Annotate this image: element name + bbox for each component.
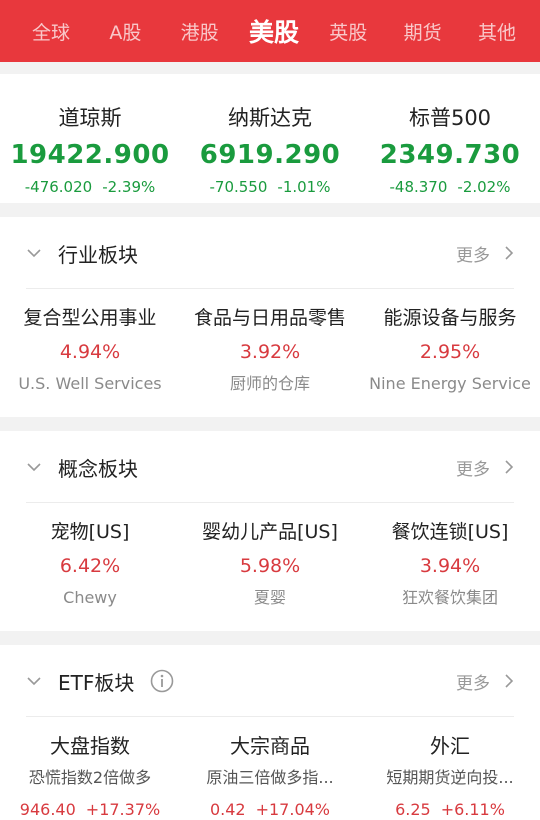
concept-name: 宠物[US] — [50, 521, 130, 543]
chevron-right-icon — [505, 460, 514, 474]
chevron-right-icon — [505, 674, 514, 688]
sector-card[interactable]: 复合型公用事业 4.94% U.S. Well Services — [0, 303, 180, 417]
etf-category: 大宗商品 — [230, 734, 310, 758]
chevron-right-icon — [505, 246, 514, 260]
tab-global[interactable]: 全球 — [18, 18, 84, 45]
etf-grid: 大盘指数 恐慌指数2倍做多 946.40 +17.37% 大宗商品 原油三倍做多指… — [0, 717, 540, 820]
sector-name: 能源设备与服务 — [383, 307, 517, 329]
concept-top-stock: Chewy — [63, 588, 117, 607]
section-title: 概念板块 — [58, 456, 138, 481]
index-nasdaq[interactable]: 纳斯达克 6919.290 -70.550 -1.01% — [180, 104, 360, 203]
more-label: 更多 — [456, 673, 490, 694]
index-change-value: -476.020 — [24, 178, 93, 196]
index-dow-jones[interactable]: 道琼斯 19422.900 -476.020 -2.39% — [0, 104, 180, 203]
etf-quote: 946.40 +17.37% — [0, 797, 180, 820]
etf-category: 大盘指数 — [50, 734, 130, 758]
concept-top-stock: 夏婴 — [253, 588, 286, 607]
index-change: -476.020 -2.39% — [0, 178, 180, 196]
etf-card[interactable]: 大宗商品 原油三倍做多指... 0.42 +17.04% — [180, 731, 360, 820]
section-title: ETF板块 — [58, 670, 135, 695]
index-price: 19422.900 — [10, 140, 170, 170]
index-summary: 道琼斯 19422.900 -476.020 -2.39% 纳斯达克 6919.2… — [0, 74, 540, 203]
sector-top-stock: U.S. Well Services — [18, 374, 162, 393]
more-link[interactable]: 更多 — [456, 669, 514, 694]
index-name: 道琼斯 — [58, 106, 122, 130]
concept-name: 餐饮连锁[US] — [391, 521, 509, 543]
etf-quote: 0.42 +17.04% — [180, 797, 360, 820]
sector-pct: 4.94% — [59, 341, 121, 363]
more-link[interactable]: 更多 — [456, 455, 514, 480]
concept-header[interactable]: 概念板块 更多 — [0, 431, 540, 503]
etf-pct: +17.37% — [85, 800, 161, 819]
more-label: 更多 — [456, 245, 490, 266]
etf-fund-name: 恐慌指数2倍做多 — [28, 768, 152, 787]
more-link[interactable]: 更多 — [456, 241, 514, 266]
concept-card[interactable]: 婴幼儿产品[US] 5.98% 夏婴 — [180, 517, 360, 631]
index-change-value: -48.370 — [389, 178, 448, 196]
index-price: 2349.730 — [379, 140, 521, 170]
info-icon[interactable] — [150, 669, 174, 693]
spacer — [0, 203, 540, 217]
sector-pct: 3.92% — [239, 341, 301, 363]
sector-card[interactable]: 食品与日用品零售 3.92% 厨师的仓库 — [180, 303, 360, 417]
etf-fund-name: 原油三倍做多指... — [206, 768, 334, 787]
tab-other[interactable]: 其他 — [464, 18, 530, 45]
etf-card[interactable]: 外汇 短期期货逆向投... 6.25 +6.11% — [360, 731, 540, 820]
concept-pct: 3.94% — [419, 555, 481, 577]
tab-hk-stocks[interactable]: 港股 — [167, 18, 233, 45]
section-title: 行业板块 — [58, 242, 138, 267]
industry-grid: 复合型公用事业 4.94% U.S. Well Services 食品与日用品零… — [0, 289, 540, 417]
chevron-down-icon[interactable] — [26, 673, 42, 689]
spacer — [0, 62, 540, 74]
concept-card[interactable]: 宠物[US] 6.42% Chewy — [0, 517, 180, 631]
etf-section: ETF板块 更多 大盘指数 恐慌指数2倍做多 946.40 +17.37% 大宗商… — [0, 645, 540, 820]
sector-top-stock: 厨师的仓库 — [229, 374, 310, 393]
chevron-down-icon[interactable] — [26, 459, 42, 475]
etf-price: 6.25 — [395, 800, 431, 819]
sector-card[interactable]: 能源设备与服务 2.95% Nine Energy Service — [360, 303, 540, 417]
sector-name: 食品与日用品零售 — [193, 307, 346, 329]
chevron-down-icon[interactable] — [26, 245, 42, 261]
etf-header[interactable]: ETF板块 更多 — [0, 645, 540, 717]
etf-fund-name: 短期期货逆向投... — [386, 768, 514, 787]
index-change: -48.370 -2.02% — [360, 178, 540, 196]
etf-price: 0.42 — [209, 800, 246, 819]
etf-quote: 6.25 +6.11% — [360, 797, 540, 820]
etf-price: 946.40 — [19, 800, 76, 819]
more-label: 更多 — [456, 459, 490, 480]
index-price: 6919.290 — [199, 140, 341, 170]
concept-section: 概念板块 更多 宠物[US] 6.42% Chewy 婴幼儿产品[US] 5.9… — [0, 431, 540, 631]
etf-category: 外汇 — [430, 734, 470, 758]
spacer — [0, 631, 540, 645]
sector-pct: 2.95% — [419, 341, 481, 363]
index-change-pct: -2.39% — [102, 178, 156, 196]
index-change: -70.550 -1.01% — [180, 178, 360, 196]
index-name: 纳斯达克 — [228, 106, 312, 130]
industry-section: 行业板块 更多 复合型公用事业 4.94% U.S. Well Services… — [0, 217, 540, 417]
concept-pct: 5.98% — [239, 555, 301, 577]
industry-header[interactable]: 行业板块 更多 — [0, 217, 540, 289]
index-change-pct: -2.02% — [457, 178, 511, 196]
index-change-value: -70.550 — [209, 178, 268, 196]
concept-grid: 宠物[US] 6.42% Chewy 婴幼儿产品[US] 5.98% 夏婴 餐饮… — [0, 503, 540, 631]
etf-pct: +6.11% — [440, 800, 505, 819]
concept-pct: 6.42% — [59, 555, 121, 577]
sector-top-stock: Nine Energy Service — [369, 374, 531, 393]
tab-futures[interactable]: 期货 — [390, 18, 456, 45]
concept-name: 婴幼儿产品[US] — [202, 521, 338, 543]
etf-pct: +17.04% — [255, 800, 331, 819]
etf-card[interactable]: 大盘指数 恐慌指数2倍做多 946.40 +17.37% — [0, 731, 180, 820]
tab-uk-stocks[interactable]: 英股 — [315, 18, 381, 45]
index-name: 标普500 — [408, 106, 492, 130]
concept-top-stock: 狂欢餐饮集团 — [401, 588, 498, 607]
market-tab-bar: 全球 A股 港股 美股 英股 期货 其他 — [0, 0, 540, 62]
concept-card[interactable]: 餐饮连锁[US] 3.94% 狂欢餐饮集团 — [360, 517, 540, 631]
index-change-pct: -1.01% — [277, 178, 331, 196]
sector-name: 复合型公用事业 — [23, 307, 157, 329]
tab-us-stocks[interactable]: 美股 — [241, 13, 307, 49]
index-sp500[interactable]: 标普500 2349.730 -48.370 -2.02% — [360, 104, 540, 203]
spacer — [0, 417, 540, 431]
tab-a-shares[interactable]: A股 — [92, 18, 158, 45]
